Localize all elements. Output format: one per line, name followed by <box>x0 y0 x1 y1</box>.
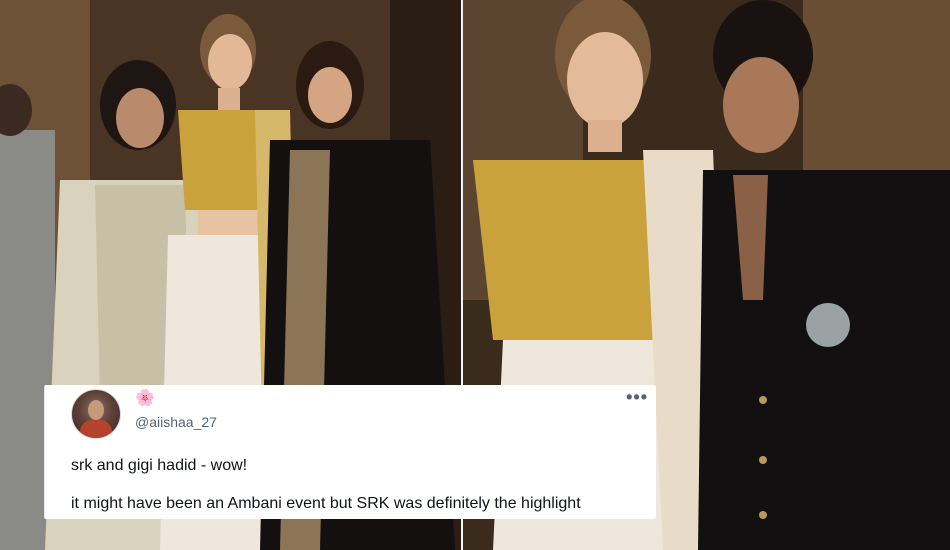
tweet-card[interactable]: 🌸 @aiishaa_27 ••• srk and gigi hadid - w… <box>44 385 656 519</box>
more-options-icon[interactable]: ••• <box>626 387 648 408</box>
tweet-text-line-1: srk and gigi hadid - wow! <box>71 457 248 474</box>
avatar-face <box>88 400 104 420</box>
user-avatar[interactable] <box>71 389 121 439</box>
cherry-blossom-icon: 🌸 <box>135 390 155 407</box>
avatar-shirt <box>80 420 112 438</box>
tweet-text-line-2: it might have been an Ambani event but S… <box>71 495 581 512</box>
user-handle[interactable]: @aiishaa_27 <box>135 414 217 430</box>
